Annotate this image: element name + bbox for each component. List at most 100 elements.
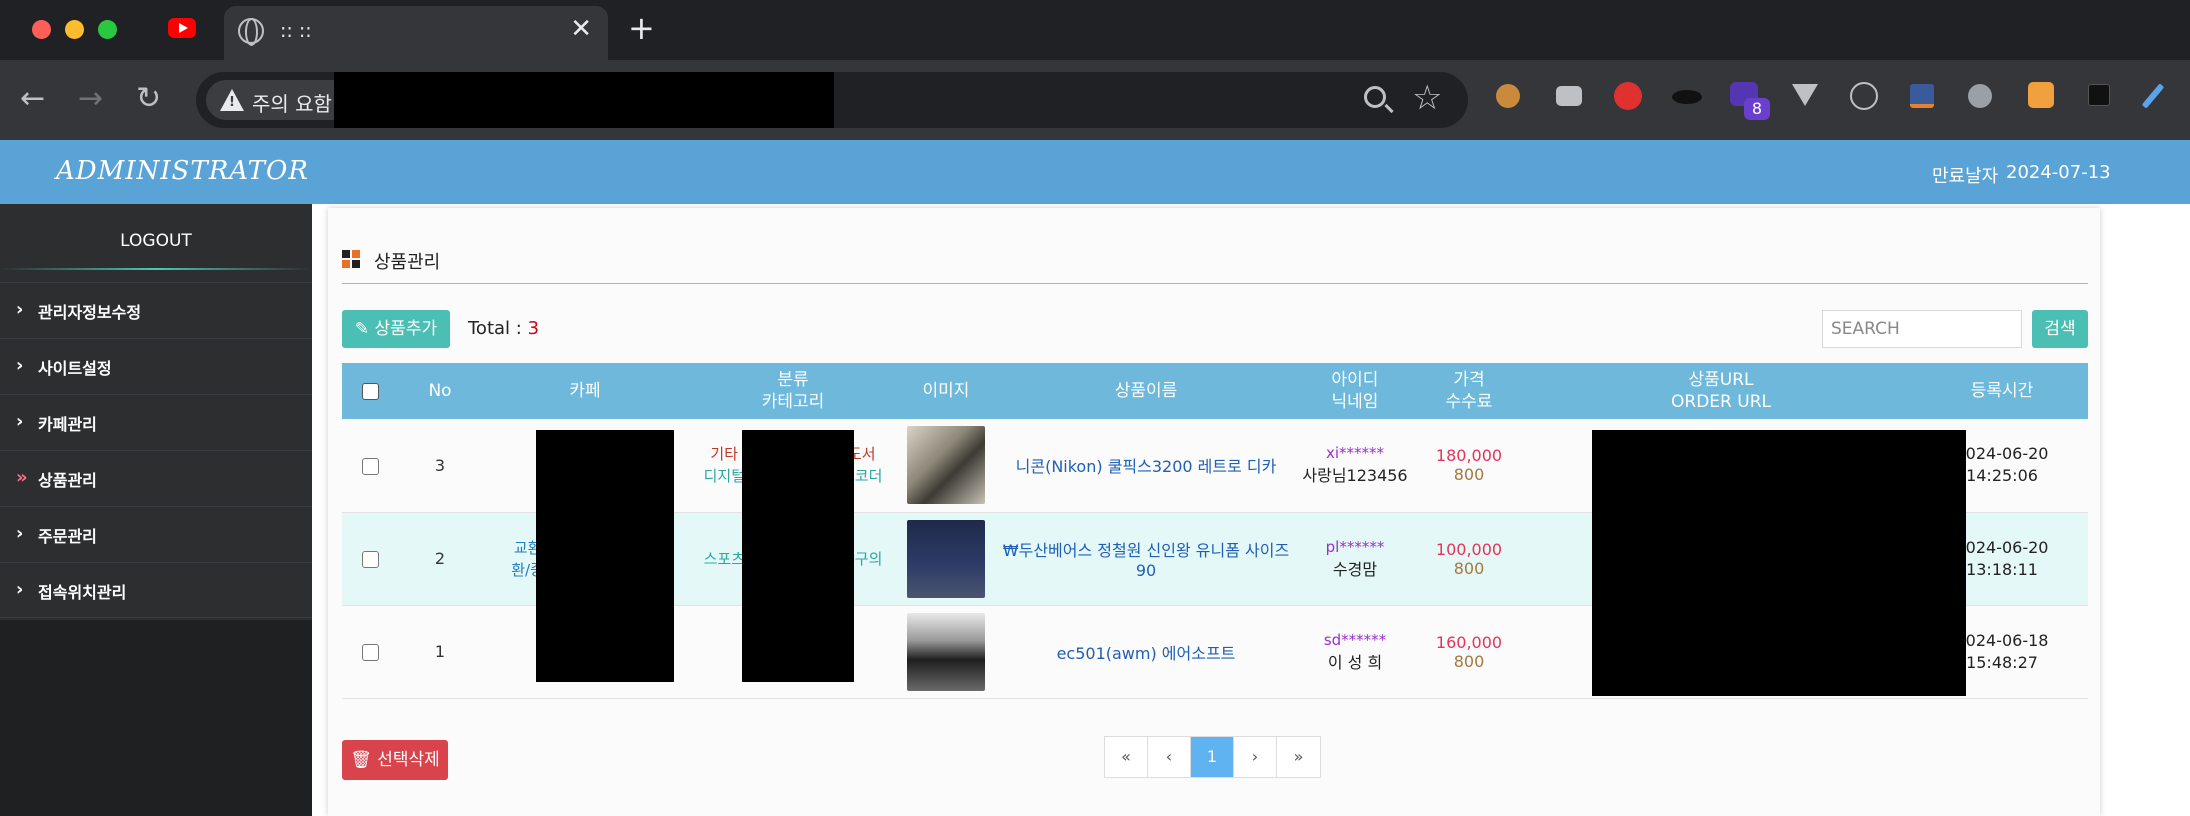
chevron-right-icon: ›: [16, 523, 24, 544]
redacted-url: [334, 72, 834, 128]
row-product-name: 니콘(Nikon) 쿨픽스3200 레트로 디카: [994, 419, 1298, 513]
logout-button[interactable]: LOGOUT: [0, 204, 312, 278]
page-first-button[interactable]: «: [1105, 737, 1148, 777]
sidebar: LOGOUT › 관리자정보수정 › 사이트설정 › 카페관리 » 상품관리 ›…: [0, 204, 312, 816]
tab-close-icon[interactable]: ✕: [570, 16, 592, 42]
row-no: 1: [398, 605, 482, 699]
product-thumbnail[interactable]: [907, 519, 985, 598]
product-name-link[interactable]: ₩두산베어스 정철원 신인왕 유니폼 사이즈 90: [1003, 541, 1289, 580]
sidebar-item-label: 주문관리: [38, 527, 97, 546]
cookie-extension-icon[interactable]: [1496, 84, 1520, 108]
content-panel: 상품관리 ✎ 상품추가 Total : 3 검색 No 카페 분류카테고리: [328, 208, 2100, 816]
row-product-name: ₩두산베어스 정철원 신인왕 유니폼 사이즈 90: [994, 512, 1298, 606]
window-maximize-button[interactable]: [98, 20, 117, 39]
delete-selected-button[interactable]: 🗑 선택삭제: [342, 740, 448, 780]
sidebar-item-orders[interactable]: › 주문관리: [0, 506, 312, 562]
chevron-right-icon: ›: [16, 579, 24, 600]
new-tab-button[interactable]: +: [628, 12, 655, 44]
product-name-link[interactable]: ec501(awm) 에어소프트: [1057, 644, 1236, 663]
sidebar-item-products[interactable]: » 상품관리: [0, 450, 312, 506]
row-image-cell: [898, 605, 994, 699]
row-checkbox[interactable]: [361, 644, 379, 661]
forward-icon[interactable]: →: [78, 82, 103, 116]
row-no: 2: [398, 512, 482, 606]
select-all-cell: [342, 363, 398, 419]
zoom-icon[interactable]: [1364, 86, 1386, 108]
orange-extension-icon[interactable]: [2028, 82, 2054, 108]
window-close-button[interactable]: [32, 20, 51, 39]
product-name-link[interactable]: 니콘(Nikon) 쿨픽스3200 레트로 디카: [1016, 457, 1277, 476]
search-button[interactable]: 검색: [2032, 310, 2088, 348]
search-input[interactable]: [1822, 310, 2022, 348]
chevron-right-icon: ›: [16, 411, 24, 432]
app-header: ADMINISTRATOR 만료날자 2024-07-13: [0, 140, 2190, 204]
page-next-button[interactable]: ›: [1234, 737, 1277, 777]
edit-icon: ✎: [354, 319, 370, 339]
nickname: 사랑님123456: [1302, 466, 1408, 486]
col-id: 아이디 닉네임: [1298, 363, 1412, 419]
sidebar-item-label: 사이트설정: [38, 359, 112, 378]
product-thumbnail[interactable]: [907, 426, 985, 505]
user-id: pl******: [1325, 537, 1385, 556]
sidebar-item-access-location[interactable]: › 접속위치관리: [0, 562, 312, 618]
chevron-right-icon: ›: [16, 299, 24, 320]
table-header-row: No 카페 분류 카테고리 이미지 상품이름 아이디 닉네임 가격 수수료 상품URL…: [342, 363, 2088, 419]
sidebar-item-cafe[interactable]: › 카페관리: [0, 394, 312, 450]
product-thumbnail[interactable]: [907, 612, 985, 691]
category-c: 스포츠: [703, 549, 745, 568]
page-last-button[interactable]: »: [1277, 737, 1320, 777]
row-checkbox[interactable]: [361, 457, 379, 475]
back-icon[interactable]: ←: [20, 82, 45, 116]
react-extension-icon[interactable]: [1850, 82, 1878, 110]
fee: 800: [1453, 465, 1485, 485]
row-select-cell: [342, 419, 398, 513]
youtube-icon[interactable]: [168, 18, 196, 38]
browser-toolbar: ← → ↻ 주의 요함 ☆: [0, 60, 2190, 140]
col-image: 이미지: [898, 363, 994, 419]
sidebar-item-label: 관리자정보수정: [38, 303, 142, 322]
col-registered: 등록시간: [1916, 363, 2088, 419]
window-minimize-button[interactable]: [65, 20, 84, 39]
page-current-button[interactable]: 1: [1191, 737, 1234, 777]
page-prev-button[interactable]: ‹: [1148, 737, 1191, 777]
col-no: No: [398, 363, 482, 419]
active-browser-tab[interactable]: :: :: ✕: [224, 6, 608, 60]
grid-icon: [342, 250, 360, 268]
browser-tab-bar: :: :: ✕ +: [0, 0, 2190, 60]
camera-extension-icon[interactable]: [1556, 86, 1582, 106]
sidebar-empty-area: [0, 620, 312, 816]
vue-extension-icon[interactable]: [1792, 84, 1818, 106]
hat-extension-icon[interactable]: [1672, 90, 1702, 104]
row-checkbox[interactable]: [361, 551, 379, 568]
nickname: 이 성 희: [1327, 652, 1383, 672]
nickname: 수경맘: [1332, 559, 1378, 579]
col-cafe: 카페: [482, 363, 688, 419]
spy-extension-icon[interactable]: [1968, 84, 1992, 108]
col-category: 분류 카테고리: [688, 363, 898, 419]
sidebar-item-site-settings[interactable]: › 사이트설정: [0, 338, 312, 394]
row-no: 3: [398, 419, 482, 513]
price: 180,000: [1435, 446, 1503, 466]
reload-icon[interactable]: ↻: [136, 82, 161, 116]
user-id: sd******: [1323, 630, 1387, 649]
pagination: « ‹ 1 › »: [1104, 736, 1321, 778]
stop-extension-icon[interactable]: [1614, 82, 1642, 110]
col-category-line1: 분류: [777, 370, 809, 390]
fee: 800: [1453, 651, 1485, 671]
address-bar[interactable]: 주의 요함 ☆: [196, 72, 1468, 128]
add-product-label: 상품추가: [374, 319, 438, 339]
expire-label: 만료날자: [1932, 166, 1999, 187]
security-label: 주의 요함: [252, 92, 332, 116]
app-title: ADMINISTRATOR: [56, 156, 309, 186]
pen-extension-icon[interactable]: [2141, 83, 2165, 109]
trash-icon: 🗑: [350, 750, 372, 770]
select-all-checkbox[interactable]: [361, 382, 379, 400]
price: 160,000: [1435, 632, 1503, 652]
star-icon[interactable]: ☆: [1412, 78, 1442, 118]
col-product-name: 상품이름: [994, 363, 1298, 419]
add-product-button[interactable]: ✎ 상품추가: [342, 310, 450, 348]
h-extension-icon[interactable]: [2088, 84, 2110, 106]
logout-divider: [0, 268, 312, 270]
sidebar-item-admin-info[interactable]: › 관리자정보수정: [0, 282, 312, 338]
redirect-extension-icon[interactable]: [1910, 84, 1934, 108]
